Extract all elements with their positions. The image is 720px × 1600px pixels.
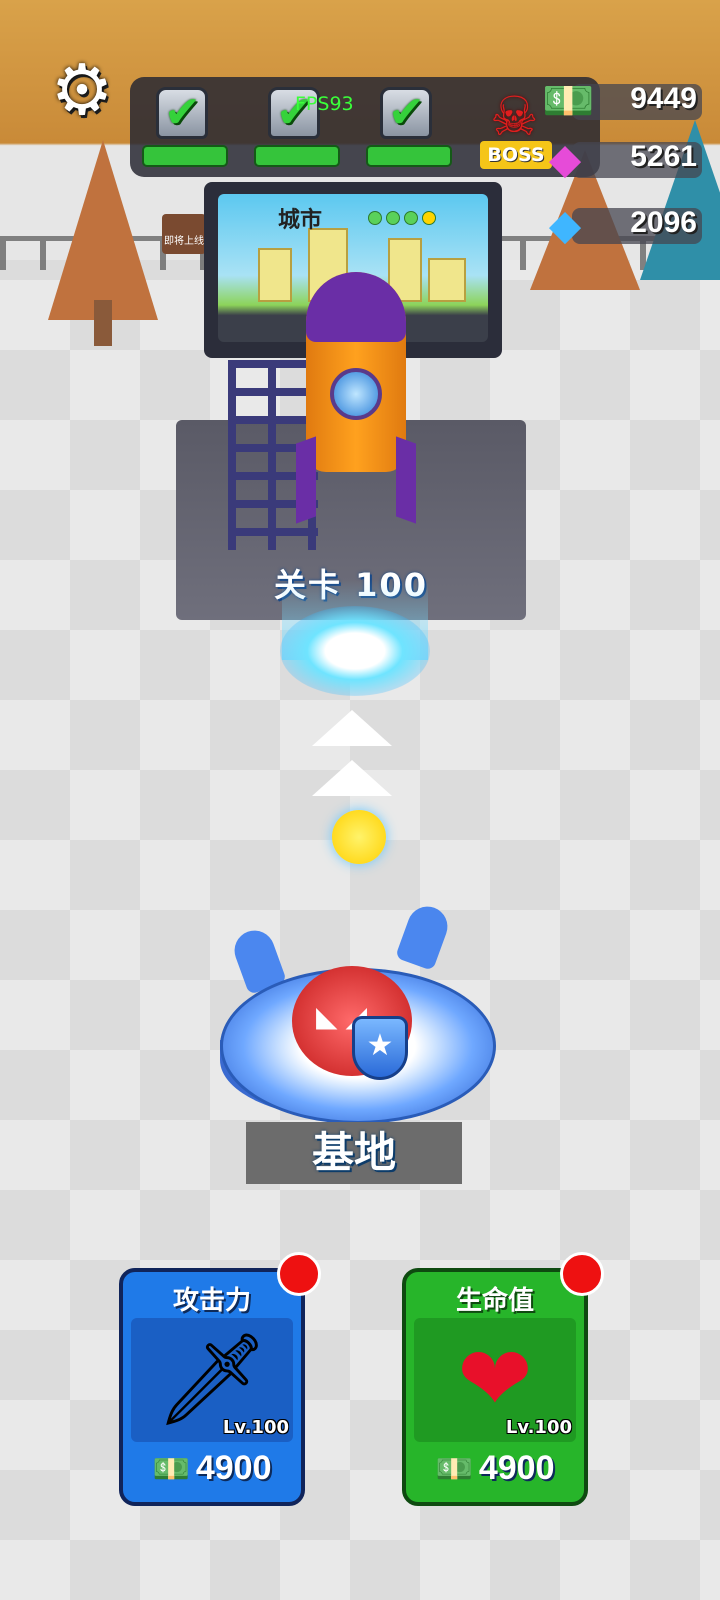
cash-icon: 💵 — [152, 1453, 190, 1486]
attack-upgrade-card[interactable]: 攻击力 🗡 Lv.100 💵 4900 — [119, 1252, 321, 1506]
stage-dots — [368, 210, 440, 229]
upgrade-cost-button[interactable]: 💵 4900 — [406, 1449, 584, 1488]
notification-badge — [277, 1252, 321, 1296]
health-upgrade-card[interactable]: 生命值 ❤ Lv.100 💵 4900 — [402, 1252, 604, 1506]
card-level: Lv.100 — [505, 1417, 572, 1438]
stage-progress-fill — [142, 145, 228, 167]
level-progress-bar: ✔ ✔ ✔ FPS93 ☠ BOSS — [130, 77, 600, 177]
stage-progress-fill — [366, 145, 452, 167]
cash-value: 9449 — [630, 82, 697, 115]
pink-gem-counter: ◆ 5261 — [542, 136, 702, 182]
cash-counter: 💵 9449 — [542, 78, 702, 124]
cost-value: 4900 — [478, 1449, 555, 1487]
path-arrow-icon — [312, 710, 392, 746]
checkmark-icon: ✔ — [388, 87, 425, 138]
stage-chest-3[interactable]: ✔ — [360, 87, 452, 167]
rocket-window — [330, 368, 382, 420]
rocket-fin-left — [296, 436, 316, 524]
card-title: 攻击力 — [172, 1286, 251, 1316]
blue-crystal-icon: ◆ — [548, 200, 582, 249]
base-label: 基地 — [311, 1128, 396, 1177]
blue-crystal-counter: ◆ 2096 — [542, 202, 702, 248]
tree-trunk — [94, 300, 112, 346]
card-art: ❤ Lv.100 — [414, 1318, 576, 1442]
hand-right-icon — [394, 900, 454, 972]
boss-skull-icon: ☠ — [490, 85, 539, 148]
board-title: 城市 — [278, 208, 323, 233]
cash-icon: 💵 — [542, 76, 595, 125]
card-title: 生命值 — [455, 1286, 534, 1316]
upgrade-cost-button[interactable]: 💵 4900 — [123, 1449, 301, 1488]
pink-gem-icon: ◆ — [548, 134, 582, 183]
coming-soon-sign: 即将上线 — [162, 214, 206, 254]
cash-icon: 💵 — [435, 1453, 473, 1486]
fps-counter: FPS93 — [295, 93, 354, 115]
path-arrow-icon — [312, 760, 392, 796]
rocket-fin-right — [396, 436, 416, 524]
settings-gear-icon[interactable]: ⚙ — [44, 52, 120, 128]
checkmark-icon: ✔ — [164, 87, 201, 138]
card-art: 🗡 Lv.100 — [131, 1318, 293, 1442]
level-portal[interactable] — [280, 606, 430, 696]
pink-gem-value: 5261 — [630, 140, 697, 173]
notification-badge — [560, 1252, 604, 1296]
stage-chest-1[interactable]: ✔ — [136, 87, 228, 167]
stage-progress-fill — [254, 145, 340, 167]
shield-icon: ★ — [352, 1016, 408, 1080]
player-character — [332, 810, 386, 864]
cost-value: 4900 — [195, 1449, 272, 1487]
blue-crystal-value: 2096 — [630, 206, 697, 239]
card-level: Lv.100 — [222, 1417, 289, 1438]
